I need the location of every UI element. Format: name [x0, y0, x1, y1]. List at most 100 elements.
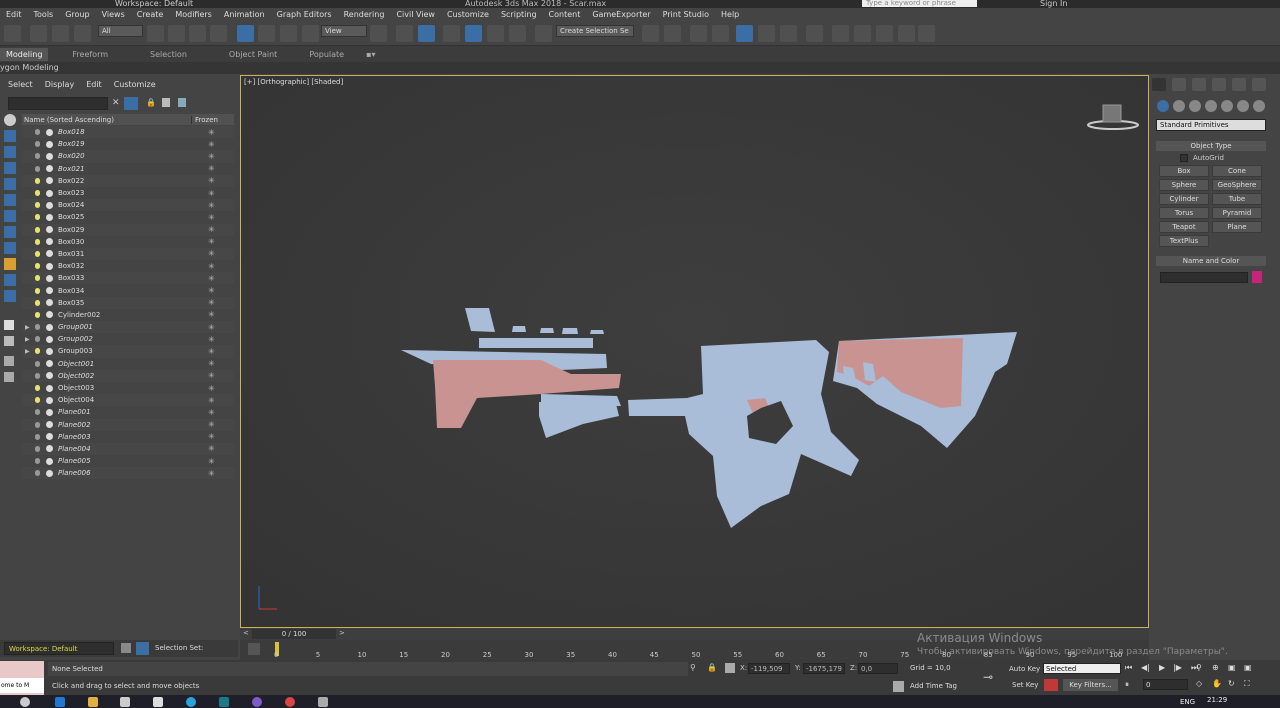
- object-name-input[interactable]: [1160, 272, 1248, 283]
- percent-snap-icon[interactable]: [487, 25, 504, 42]
- ribbon-tab-selection[interactable]: Selection: [144, 48, 193, 61]
- viewport[interactable]: [240, 75, 1149, 628]
- frozen-toggle-icon[interactable]: ✳: [208, 140, 215, 149]
- textplus-button[interactable]: TextPlus: [1159, 235, 1209, 247]
- light-bulb-icon[interactable]: [35, 190, 40, 197]
- go-to-start-icon[interactable]: ⏮: [1125, 663, 1132, 673]
- keyboard-shortcut-override-icon[interactable]: [418, 25, 435, 42]
- menu-scripting[interactable]: Scripting: [495, 10, 543, 19]
- scene-list-item[interactable]: Plane004 ✳: [22, 442, 234, 456]
- teapot-button[interactable]: Teapot: [1159, 221, 1209, 233]
- maximize-viewport-icon[interactable]: ⛶: [1244, 679, 1250, 689]
- menu-print-studio[interactable]: Print Studio: [657, 10, 715, 19]
- render-production-icon[interactable]: [876, 25, 893, 42]
- column-frozen[interactable]: Frozen: [192, 116, 218, 124]
- frozen-toggle-icon[interactable]: ✳: [208, 164, 215, 173]
- cameras-icon[interactable]: [1205, 100, 1217, 112]
- menu-customize[interactable]: Customize: [441, 10, 495, 19]
- light-bulb-icon[interactable]: [35, 311, 40, 318]
- place-icon[interactable]: [302, 25, 319, 42]
- shapes-icon[interactable]: [1173, 100, 1185, 112]
- menu-edit[interactable]: Edit: [0, 10, 28, 19]
- pan-icon[interactable]: ✋: [1212, 679, 1222, 688]
- mail-icon[interactable]: [153, 697, 163, 707]
- expand-arrow-icon[interactable]: ▶: [25, 348, 30, 355]
- a360-gallery-icon[interactable]: [918, 25, 935, 42]
- invert-display-icon[interactable]: [4, 356, 14, 366]
- display-cameras-icon[interactable]: [4, 162, 16, 174]
- select-children-icon[interactable]: [162, 98, 170, 107]
- orbit-icon[interactable]: ↻: [1228, 679, 1235, 688]
- frozen-toggle-icon[interactable]: ✳: [208, 298, 215, 307]
- 3dsmax-taskbar-icon[interactable]: [219, 697, 229, 707]
- sort-icon[interactable]: [136, 642, 149, 655]
- key-icon[interactable]: ⊸: [983, 670, 993, 684]
- create-tab-icon[interactable]: [1152, 78, 1166, 91]
- render-setup-icon[interactable]: [832, 25, 849, 42]
- undo-icon[interactable]: [4, 25, 21, 42]
- object-color-swatch[interactable]: [1252, 271, 1262, 283]
- scene-list-item[interactable]: Cylinder002 ✳: [22, 309, 234, 321]
- light-bulb-icon[interactable]: [35, 336, 40, 343]
- ribbon-tab-populate[interactable]: Populate: [303, 48, 350, 61]
- light-bulb-icon[interactable]: [35, 397, 40, 404]
- light-bulb-icon[interactable]: [35, 214, 40, 221]
- scene-list-item[interactable]: Plane003 ✳: [22, 431, 234, 443]
- scene-list-item[interactable]: Box019 ✳: [22, 138, 234, 150]
- frozen-toggle-icon[interactable]: ✳: [208, 249, 215, 258]
- light-bulb-icon[interactable]: [35, 250, 40, 257]
- y-coordinate-field[interactable]: -1675,179: [803, 663, 845, 674]
- key-mode-icon[interactable]: [1044, 679, 1058, 691]
- expand-arrow-icon[interactable]: ▶: [25, 324, 30, 331]
- scene-list-item[interactable]: Box031 ✳: [22, 247, 234, 261]
- scene-list-item[interactable]: Object001 ✳: [22, 358, 234, 370]
- named-selection-sets-dropdown[interactable]: Create Selection Se: [556, 25, 634, 37]
- rendered-frame-window-icon[interactable]: [854, 25, 871, 42]
- menu-graph-editors[interactable]: Graph Editors: [271, 10, 338, 19]
- scene-list-item[interactable]: Plane002 ✳: [22, 418, 234, 431]
- light-bulb-icon[interactable]: [35, 324, 40, 331]
- frozen-toggle-icon[interactable]: ✳: [208, 152, 215, 161]
- scene-menu-select[interactable]: Select: [8, 80, 33, 89]
- layer-explorer-icon[interactable]: [712, 25, 729, 42]
- ribbon-tab-freeform[interactable]: Freeform: [66, 48, 114, 61]
- scene-list-item[interactable]: ▶ Group002 ✳: [22, 333, 234, 345]
- chrome-icon[interactable]: [285, 697, 295, 707]
- add-time-tag[interactable]: Add Time Tag: [910, 682, 957, 690]
- zoom-all-icon[interactable]: ⊕: [1212, 663, 1219, 672]
- frozen-toggle-icon[interactable]: ✳: [208, 176, 215, 185]
- spinner-snap-icon[interactable]: [509, 25, 526, 42]
- scene-list-item[interactable]: Box023 ✳: [22, 187, 234, 199]
- scene-list-item[interactable]: ▶ Group001 ✳: [22, 321, 234, 334]
- display-containers-icon[interactable]: [4, 258, 16, 270]
- frame-counter[interactable]: 0 / 100: [252, 629, 336, 639]
- display-geometry-icon[interactable]: [4, 114, 16, 126]
- display-shapes-icon[interactable]: [4, 130, 16, 142]
- systems-icon[interactable]: [1253, 100, 1265, 112]
- sphere-button[interactable]: Sphere: [1159, 179, 1209, 191]
- frozen-toggle-icon[interactable]: ✳: [208, 274, 215, 283]
- ribbon-tab-object-paint[interactable]: Object Paint: [223, 48, 283, 61]
- ribbon-tab-modeling[interactable]: Modeling: [0, 47, 49, 61]
- angle-snap-icon[interactable]: [465, 25, 482, 42]
- light-bulb-icon[interactable]: [35, 348, 40, 355]
- scene-menu-edit[interactable]: Edit: [86, 80, 102, 89]
- unlink-icon[interactable]: [52, 25, 69, 42]
- sign-in-link[interactable]: Sign In: [1040, 0, 1067, 8]
- display-helpers-icon[interactable]: [4, 178, 16, 190]
- edit-named-selection-icon[interactable]: [535, 25, 552, 42]
- menu-group[interactable]: Group: [59, 10, 95, 19]
- key-set-dropdown[interactable]: Selected: [1043, 663, 1121, 674]
- scene-list-item[interactable]: Object003 ✳: [22, 382, 234, 394]
- scene-list-item[interactable]: Box022 ✳: [22, 174, 234, 187]
- menu-tools[interactable]: Tools: [28, 10, 60, 19]
- window-crossing-icon[interactable]: [210, 25, 227, 42]
- scene-list-item[interactable]: ▶ Group003 ✳: [22, 345, 234, 358]
- display-xrefs-icon[interactable]: [4, 226, 16, 238]
- mirror-icon[interactable]: [642, 25, 659, 42]
- scene-list-item[interactable]: Box020 ✳: [22, 150, 234, 163]
- time-slider-prev-icon[interactable]: <: [243, 629, 249, 637]
- frozen-toggle-icon[interactable]: ✳: [208, 201, 215, 210]
- light-bulb-icon[interactable]: [35, 445, 40, 452]
- light-bulb-icon[interactable]: [35, 409, 40, 416]
